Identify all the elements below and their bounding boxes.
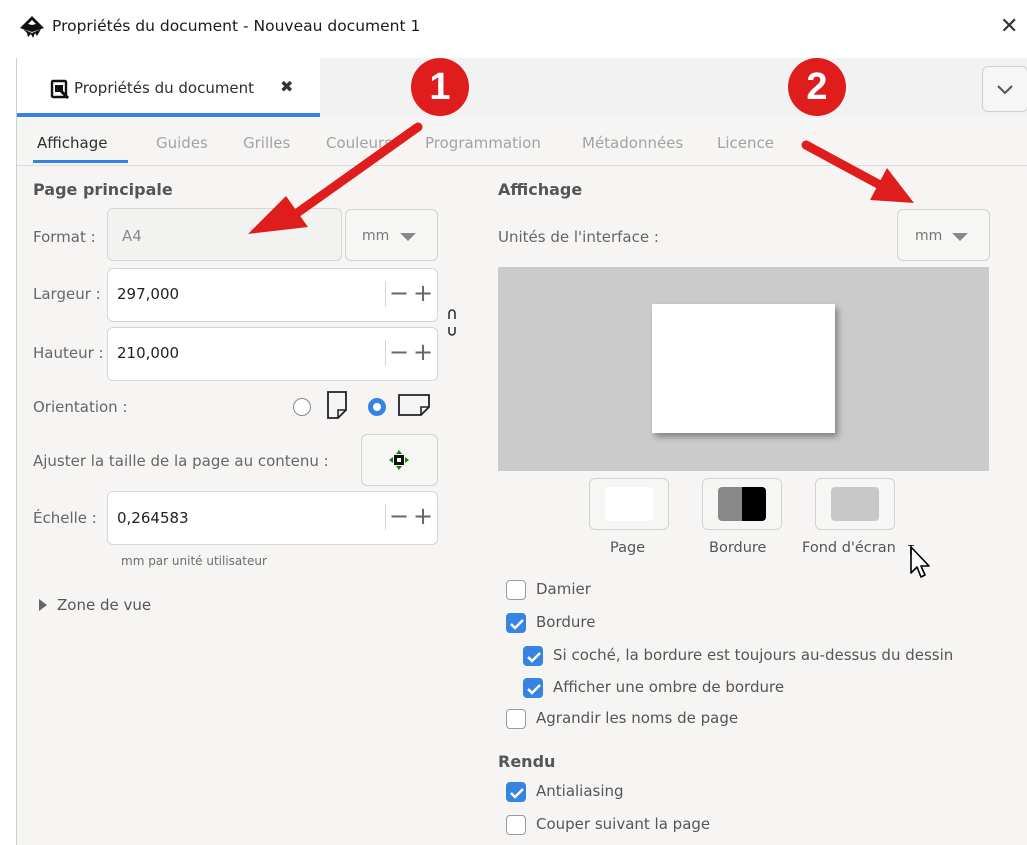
callout-2-badge: 2 xyxy=(788,58,846,116)
annotation-arrows xyxy=(248,122,914,234)
arrow-1-head xyxy=(248,196,308,234)
arrow-2-shaft xyxy=(801,140,885,190)
arrow-1-shaft xyxy=(285,122,423,223)
callout-1-badge: 1 xyxy=(411,58,469,116)
